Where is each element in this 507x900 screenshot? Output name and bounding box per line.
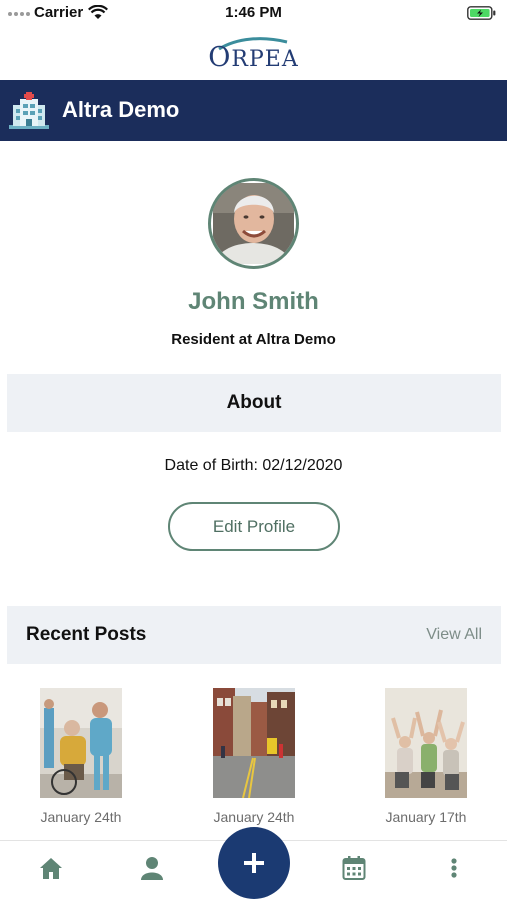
about-section-header: About	[7, 374, 501, 432]
header-title: Altra Demo	[62, 97, 180, 122]
add-icon	[244, 853, 264, 873]
battery-icon	[467, 6, 497, 25]
post-thumbnail[interactable]	[385, 688, 467, 798]
profile-avatar	[208, 178, 299, 269]
about-title: About	[226, 392, 282, 413]
date-of-birth: Date of Birth: 02/12/2020	[164, 457, 343, 474]
post-date: January 17th	[385, 809, 467, 825]
more-icon[interactable]	[449, 855, 459, 886]
status-bar: Carrier 1:46 PM	[0, 0, 507, 26]
profile-icon[interactable]	[139, 855, 165, 886]
post-date: January 24th	[213, 809, 295, 825]
profile-name: John Smith	[188, 288, 319, 315]
clock: 1:46 PM	[225, 4, 282, 21]
post-date: January 24th	[40, 809, 122, 825]
post-thumbnail[interactable]	[213, 688, 295, 798]
home-icon[interactable]	[38, 855, 64, 886]
edit-profile-button[interactable]: Edit Profile	[168, 502, 340, 551]
profile-subtitle: Resident at Altra Demo	[171, 331, 336, 348]
view-all-link[interactable]: View All	[426, 626, 482, 644]
orpea-logo: ORPEA	[0, 32, 507, 73]
app-header: Altra Demo	[0, 80, 507, 141]
add-post-button[interactable]	[218, 827, 290, 899]
recent-posts-title: Recent Posts	[26, 624, 147, 645]
calendar-icon[interactable]	[342, 855, 366, 886]
post-thumbnail[interactable]	[40, 688, 122, 798]
recent-posts-header: Recent Posts View All	[7, 606, 501, 664]
hospital-icon	[8, 91, 50, 136]
